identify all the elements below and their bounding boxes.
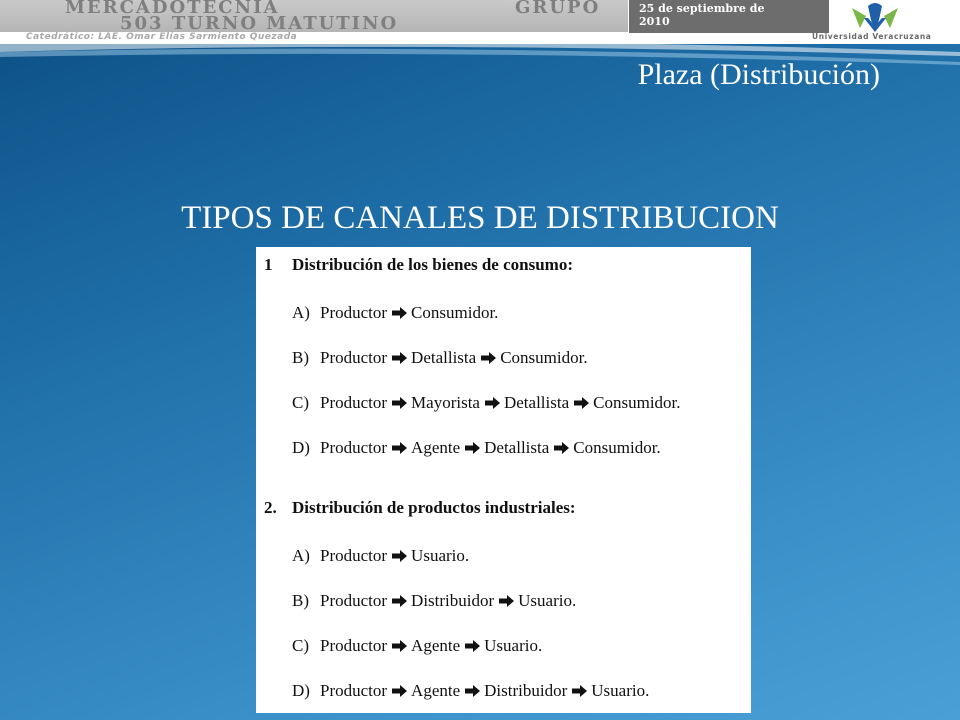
- channel-item: D) Productor Agente Distribuidor Usuario.: [292, 681, 649, 701]
- arrow-right-icon: [392, 640, 408, 652]
- arrow-right-icon: [392, 685, 408, 697]
- arrow-right-icon: [392, 352, 408, 364]
- channel-step: Mayorista: [411, 393, 480, 412]
- slide-title: TIPOS DE CANALES DE DISTRIBUCION: [181, 200, 779, 236]
- channel-step: Detallista: [503, 393, 570, 412]
- channel-item: A) Productor Usuario.: [292, 546, 469, 566]
- arrow-right-icon: [554, 442, 570, 454]
- arrow-right-icon: [465, 685, 481, 697]
- channel-step: Detallista: [484, 438, 550, 457]
- channel-item: B) Productor Detallista Consumidor.: [292, 348, 588, 368]
- arrow-right-icon: [392, 550, 408, 562]
- arrow-right-icon: [481, 352, 497, 364]
- arrow-right-icon: [465, 442, 481, 454]
- channel-item: C) Productor Agente Usuario.: [292, 636, 542, 656]
- section-heading: 2. Distribución de productos industriales…: [264, 498, 576, 518]
- channel-step: Usuario.: [591, 681, 650, 700]
- date-box: 25 de septiembre de 2010: [629, 0, 829, 33]
- arrow-right-icon: [484, 397, 500, 409]
- channel-step: Productor: [320, 591, 388, 610]
- channel-step: Distribuidor: [411, 591, 495, 610]
- channel-item: D) Productor Agente Detallista Consumidor.: [292, 438, 661, 458]
- channel-letter: D): [292, 438, 310, 457]
- channel-step: Productor: [320, 348, 388, 367]
- section-number: 2.: [264, 498, 277, 517]
- course-block: MERCADOTECNIA GRUPO 503 TURNO MATUTINO: [0, 0, 628, 34]
- channel-step: Consumidor.: [411, 303, 499, 322]
- arrow-right-icon: [574, 397, 590, 409]
- channel-step: Productor: [320, 303, 388, 322]
- channel-step: Usuario.: [518, 591, 577, 610]
- arrow-right-icon: [392, 397, 408, 409]
- channel-item: B) Productor Distribuidor Usuario.: [292, 591, 576, 611]
- channel-step: Productor: [320, 438, 388, 457]
- channel-letter: A): [292, 546, 310, 565]
- channel-step: Consumidor.: [573, 438, 661, 457]
- date-text: 25 de septiembre de 2010: [639, 2, 824, 28]
- channel-step: Productor: [320, 681, 388, 700]
- arrow-right-icon: [572, 685, 588, 697]
- arrow-right-icon: [499, 595, 515, 607]
- section-number: 1: [264, 255, 273, 274]
- slide-subtitle: Plaza (Distribución): [637, 58, 880, 91]
- channel-letter: D): [292, 681, 310, 700]
- channel-step: Consumidor.: [500, 348, 588, 367]
- channel-step: Agente: [411, 636, 461, 655]
- date-line-1: 25 de septiembre de: [639, 2, 765, 15]
- channel-item: C) Productor Mayorista Detallista Consumidor…: [292, 393, 681, 413]
- arrow-right-icon: [392, 307, 408, 319]
- channel-letter: B): [292, 348, 309, 367]
- channel-step: Productor: [320, 546, 388, 565]
- section-title: Distribución de los bienes de consumo:: [292, 255, 573, 274]
- group-label: GRUPO: [515, 0, 601, 18]
- channel-step: Usuario.: [484, 636, 543, 655]
- channel-step: Detallista: [411, 348, 477, 367]
- date-line-2: 2010: [639, 15, 670, 28]
- channel-step: Productor: [320, 393, 388, 412]
- channel-letter: B): [292, 591, 309, 610]
- channel-step: Agente: [411, 438, 461, 457]
- channel-step: Distribuidor: [484, 681, 568, 700]
- channel-item: A) Productor Consumidor.: [292, 303, 498, 323]
- arrow-right-icon: [392, 442, 408, 454]
- channel-letter: A): [292, 303, 310, 322]
- channel-step: Agente: [411, 681, 461, 700]
- channel-step: Productor: [320, 636, 388, 655]
- arrow-right-icon: [392, 595, 408, 607]
- channel-step: Consumidor.: [593, 393, 681, 412]
- distribution-channels-panel: 1 Distribución de los bienes de consumo: A…: [256, 247, 751, 713]
- arrow-right-icon: [465, 640, 481, 652]
- section-heading: 1 Distribución de los bienes de consumo:: [264, 255, 573, 275]
- section-title: Distribución de productos industriales:: [292, 498, 576, 517]
- channel-step: Usuario.: [411, 546, 470, 565]
- channel-letter: C): [292, 393, 309, 412]
- channel-letter: C): [292, 636, 309, 655]
